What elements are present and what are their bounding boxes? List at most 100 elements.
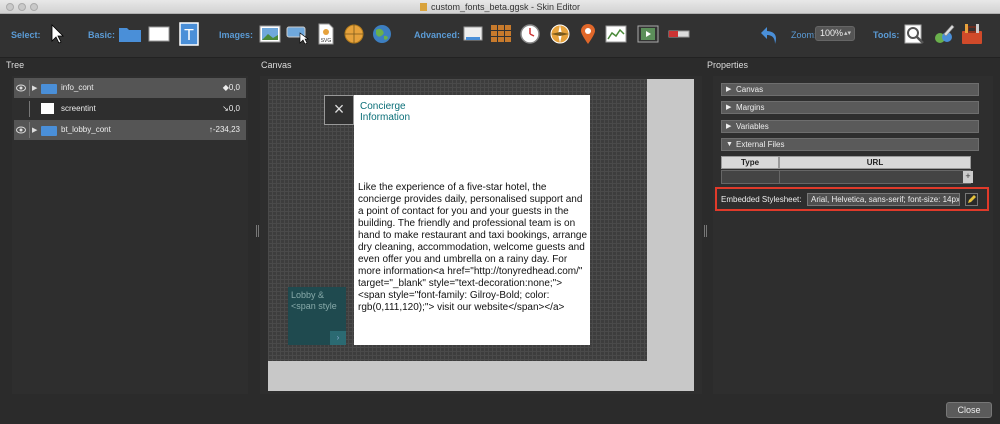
progress-bar-tool-button[interactable] <box>667 22 691 46</box>
tree-item-position: ◆0,0 <box>222 83 240 92</box>
toolbar: Select: Basic: T Images: SVG Advanced: Z… <box>0 14 1000 58</box>
chart-tool-button[interactable] <box>604 22 628 46</box>
section-label: Variables <box>736 122 769 131</box>
zoom-window-button[interactable] <box>30 3 38 11</box>
collapse-triangle-icon: ▼ <box>726 141 733 148</box>
embedded-stylesheet-row: Embedded Stylesheet: Arial, Helvetica, s… <box>715 187 989 211</box>
video-icon <box>637 25 659 43</box>
timer-tool-button[interactable] <box>518 22 542 46</box>
select-tool-button[interactable] <box>45 22 69 46</box>
section-canvas[interactable]: ▶ Canvas <box>721 83 979 96</box>
window-controls[interactable] <box>6 3 38 11</box>
inspector-tool-button[interactable] <box>903 22 927 46</box>
container-tool-button[interactable] <box>118 22 142 46</box>
compass-icon <box>550 24 570 44</box>
compass-tool-button[interactable] <box>548 22 572 46</box>
map-tool-button[interactable] <box>370 22 394 46</box>
minimize-window-button[interactable] <box>18 3 26 11</box>
image-button-icon <box>286 26 309 44</box>
toolbox-button[interactable] <box>960 22 984 46</box>
section-variables[interactable]: ▶ Variables <box>721 120 979 133</box>
section-margins[interactable]: ▶ Margins <box>721 101 979 114</box>
arrow-cursor-icon <box>51 24 64 44</box>
svg-tool-button[interactable]: SVG <box>314 22 338 46</box>
lobby-text-line1: Lobby & <box>291 290 325 300</box>
chart-icon <box>605 25 627 43</box>
tree-item-bt-lobby-cont[interactable]: ▶ bt_lobby_cont ↑-234,23 <box>14 120 246 140</box>
expand-triangle-icon: ▶ <box>726 104 732 111</box>
right-splitter-handle[interactable] <box>704 225 707 237</box>
svg-text:SVG: SVG <box>321 38 332 44</box>
document-icon <box>419 3 427 11</box>
divider <box>29 101 30 117</box>
undo-icon <box>761 27 776 44</box>
eye-icon[interactable] <box>16 83 26 93</box>
lobby-text-line2: <span style <box>291 301 337 311</box>
image-icon <box>259 25 281 43</box>
section-label: External Files <box>736 140 785 149</box>
column-divider <box>779 171 780 183</box>
tree-item-label: bt_lobby_cont <box>61 125 111 134</box>
expand-triangle-icon[interactable]: ▶ <box>32 126 37 134</box>
edit-stylesheet-button[interactable] <box>965 193 978 206</box>
basic-label: Basic: <box>88 30 116 40</box>
table-row[interactable] <box>721 170 971 184</box>
tree-item-position: ↘0,0 <box>222 104 240 113</box>
tree-item-info-cont[interactable]: ▶ info_cont ◆0,0 <box>14 78 246 98</box>
magnifier-icon <box>904 24 924 44</box>
chevron-right-icon: › <box>330 331 346 345</box>
card-body-text: Like the experience of a five-star hotel… <box>358 182 588 313</box>
map-pin-tool-button[interactable] <box>576 22 600 46</box>
image-tool-button[interactable] <box>258 22 282 46</box>
section-external-files[interactable]: ▼ External Files <box>721 138 979 151</box>
embedded-stylesheet-field[interactable]: Arial, Helvetica, sans-serif; font-size:… <box>807 193 960 206</box>
card-title-line2: Information <box>360 112 411 123</box>
canvas-panel: Lobby & <span style › × Concierge Inform… <box>260 76 702 394</box>
column-header-type[interactable]: Type <box>721 156 779 169</box>
close-window-button[interactable] <box>6 3 14 11</box>
tree-panel: ▶ info_cont ◆0,0 screentint ↘0,0 ▶ bt_lo… <box>12 76 248 394</box>
lobby-button-element[interactable]: Lobby & <span style › <box>288 287 346 345</box>
theme-tool-button[interactable] <box>932 22 956 46</box>
panorama-tool-button[interactable] <box>342 22 366 46</box>
tree-item-position: ↑-234,23 <box>208 125 240 134</box>
skin-canvas[interactable]: Lobby & <span style › × Concierge Inform… <box>268 79 647 361</box>
tree-item-screentint[interactable]: screentint ↘0,0 <box>14 99 246 119</box>
column-header-url[interactable]: URL <box>779 156 971 169</box>
eye-icon[interactable] <box>16 125 26 135</box>
close-button[interactable]: Close <box>946 402 992 418</box>
grid-icon <box>491 25 511 42</box>
external-files-table: Type URL <box>721 156 971 184</box>
tree-item-label: info_cont <box>61 83 94 92</box>
text-tool-button[interactable]: T <box>177 22 201 46</box>
toolbox-icon <box>962 24 982 44</box>
card-title-line1: Concierge <box>360 101 406 112</box>
expand-triangle-icon[interactable]: ▶ <box>32 84 37 92</box>
section-label: Canvas <box>736 85 764 94</box>
undo-button[interactable] <box>758 22 782 46</box>
rectangle-tool-button[interactable] <box>147 22 171 46</box>
video-tool-button[interactable] <box>636 22 660 46</box>
left-splitter-handle[interactable] <box>256 225 259 237</box>
info-container-element[interactable]: × Concierge Information Like the experie… <box>324 95 590 345</box>
canvas-panel-title: Canvas <box>261 60 292 70</box>
zoom-label: Zoom: <box>791 30 817 40</box>
expand-triangle-icon: ▶ <box>726 123 732 130</box>
image-button-tool-button[interactable] <box>286 22 310 46</box>
add-file-button[interactable]: + <box>963 171 973 183</box>
select-label: Select: <box>11 30 41 40</box>
cloner-tool-button[interactable] <box>461 22 485 46</box>
folder-icon <box>41 84 57 94</box>
folder-icon <box>119 28 141 42</box>
grid-tool-button[interactable] <box>489 22 513 46</box>
properties-panel-title: Properties <box>707 60 749 70</box>
canvas-area[interactable]: Lobby & <span style › × Concierge Inform… <box>268 79 694 391</box>
divider <box>29 122 30 138</box>
close-icon[interactable]: × <box>324 95 354 125</box>
properties-panel: ▶ Canvas ▶ Margins ▶ Variables ▼ External Fi… <box>713 76 993 394</box>
pencil-icon <box>968 195 976 203</box>
zoom-select[interactable]: 100% ▴▾ <box>815 26 855 41</box>
paint-icon <box>935 24 955 43</box>
cloner-icon <box>463 26 483 41</box>
zoom-value: 100% <box>820 28 844 38</box>
